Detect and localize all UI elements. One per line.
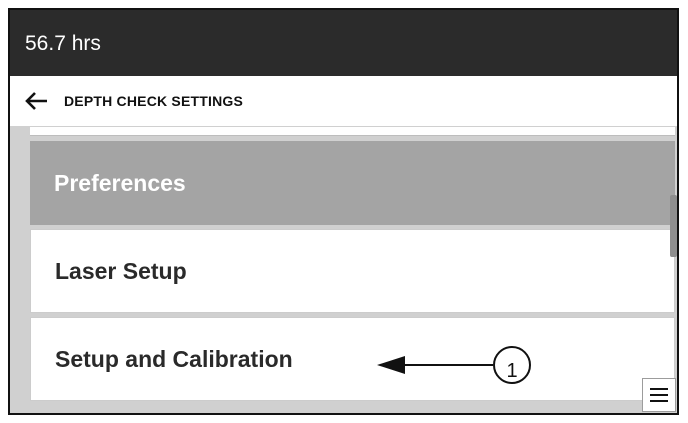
back-arrow-icon	[25, 92, 47, 110]
device-screen: 56.7 hrs DEPTH CHECK SETTINGS Preference…	[8, 8, 679, 415]
callout-number: 1	[506, 360, 518, 382]
hamburger-menu-icon	[650, 388, 668, 402]
back-button[interactable]	[22, 88, 52, 114]
scrollbar-thumb[interactable]	[670, 195, 677, 257]
page-header: DEPTH CHECK SETTINGS	[10, 76, 677, 127]
menu-item-label: Setup and Calibration	[55, 345, 293, 372]
menu-item-laser-setup[interactable]: Laser Setup	[30, 229, 675, 313]
menu-item-setup-and-calibration[interactable]: Setup and Calibration	[30, 317, 675, 401]
settings-list: Preferences Laser Setup Setup and Calibr…	[10, 127, 677, 413]
status-bar: 56.7 hrs	[10, 10, 677, 76]
menu-item-preferences[interactable]: Preferences	[30, 141, 675, 225]
list-item-partial	[30, 127, 675, 136]
menu-item-label: Preferences	[54, 169, 186, 196]
runtime-hours: 56.7 hrs	[25, 32, 101, 55]
menu-item-label: Laser Setup	[55, 257, 187, 284]
page-title: DEPTH CHECK SETTINGS	[64, 93, 244, 109]
menu-button[interactable]	[642, 378, 676, 412]
